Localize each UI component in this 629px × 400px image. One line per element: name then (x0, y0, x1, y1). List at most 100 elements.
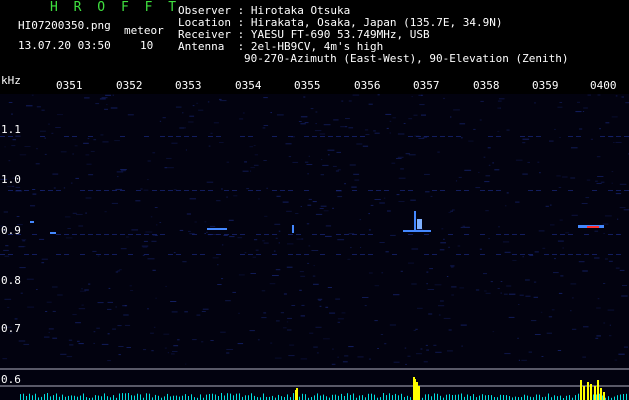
noise-speck (533, 281, 537, 283)
noise-band (400, 190, 405, 191)
noise-speck (348, 100, 352, 102)
noise-speck (341, 100, 344, 102)
level-bar (434, 393, 435, 400)
noise-speck (545, 205, 549, 207)
noise-speck (51, 132, 54, 134)
noise-speck (319, 208, 324, 209)
noise-speck (613, 142, 615, 143)
noise-band (192, 254, 197, 255)
level-bar (26, 396, 27, 400)
noise-speck (220, 331, 226, 333)
noise-band (360, 234, 365, 235)
noise-speck (480, 100, 484, 102)
noise-band (168, 136, 173, 137)
noise-speck (270, 112, 272, 114)
noise-speck (107, 301, 113, 303)
noise-speck (352, 94, 360, 96)
echo-trace (292, 225, 294, 233)
level-bar (597, 380, 599, 400)
level-bar (173, 395, 174, 400)
noise-speck (208, 145, 211, 147)
noise-speck (316, 352, 319, 354)
noise-band (536, 190, 541, 191)
noise-band (368, 190, 373, 191)
level-bar (71, 395, 72, 400)
noise-speck (463, 226, 470, 228)
level-bar (338, 395, 339, 400)
noise-speck (504, 205, 507, 207)
noise-band (496, 234, 501, 235)
noise-speck (483, 156, 486, 158)
noise-speck (381, 272, 384, 274)
noise-band (0, 136, 5, 137)
noise-speck (356, 143, 363, 145)
noise-band (0, 254, 5, 255)
level-bar (626, 393, 627, 400)
noise-band (160, 190, 165, 191)
noise-speck (426, 349, 429, 351)
noise-speck (276, 114, 284, 116)
noise-speck (448, 329, 452, 331)
level-bar (437, 393, 438, 400)
noise-band (288, 234, 293, 235)
noise-speck (426, 283, 428, 285)
noise-speck (515, 159, 523, 161)
noise-speck (264, 215, 268, 217)
noise-speck (400, 270, 403, 272)
noise-speck (562, 176, 568, 178)
noise-band (544, 254, 549, 255)
level-bar (335, 394, 336, 400)
noise-band (528, 190, 533, 191)
noise-speck (107, 360, 111, 362)
noise-band (152, 190, 157, 191)
noise-band (552, 190, 557, 191)
noise-speck (459, 123, 466, 125)
noise-speck (238, 274, 245, 276)
level-bar (164, 396, 165, 400)
noise-speck (579, 128, 583, 130)
noise-speck (337, 239, 345, 241)
level-bar (20, 394, 21, 400)
noise-speck (525, 279, 530, 281)
noise-speck (615, 193, 622, 195)
noise-speck (272, 275, 279, 276)
noise-speck (385, 251, 389, 253)
noise-band (304, 254, 309, 255)
noise-band (416, 136, 421, 137)
noise-speck (108, 287, 111, 289)
noise-speck (562, 247, 564, 249)
noise-speck (140, 188, 143, 190)
level-bar (212, 393, 213, 400)
noise-speck (317, 298, 323, 300)
noise-speck (503, 293, 508, 295)
noise-speck (306, 223, 310, 225)
level-bar (320, 395, 321, 400)
noise-speck (246, 188, 250, 190)
noise-speck (100, 134, 104, 136)
noise-band (376, 190, 381, 191)
noise-speck (332, 207, 334, 209)
noise-band (136, 234, 141, 235)
noise-speck (441, 228, 444, 230)
noise-speck (448, 246, 450, 248)
noise-band (568, 190, 573, 191)
noise-speck (19, 154, 27, 156)
noise-speck (179, 127, 185, 129)
level-bar (47, 393, 48, 400)
noise-speck (531, 320, 537, 322)
noise-speck (325, 225, 332, 227)
noise-band (424, 254, 429, 255)
noise-speck (428, 313, 433, 315)
level-bar (176, 395, 177, 400)
level-bar (602, 395, 603, 400)
noise-band (248, 136, 253, 137)
noise-speck (541, 356, 544, 357)
noise-speck (164, 167, 168, 169)
level-bar (368, 393, 369, 400)
noise-speck (72, 212, 77, 214)
noise-speck (194, 221, 197, 223)
noise-speck (487, 147, 491, 149)
noise-speck (188, 230, 191, 232)
noise-speck (75, 322, 81, 324)
noise-speck (488, 164, 491, 166)
